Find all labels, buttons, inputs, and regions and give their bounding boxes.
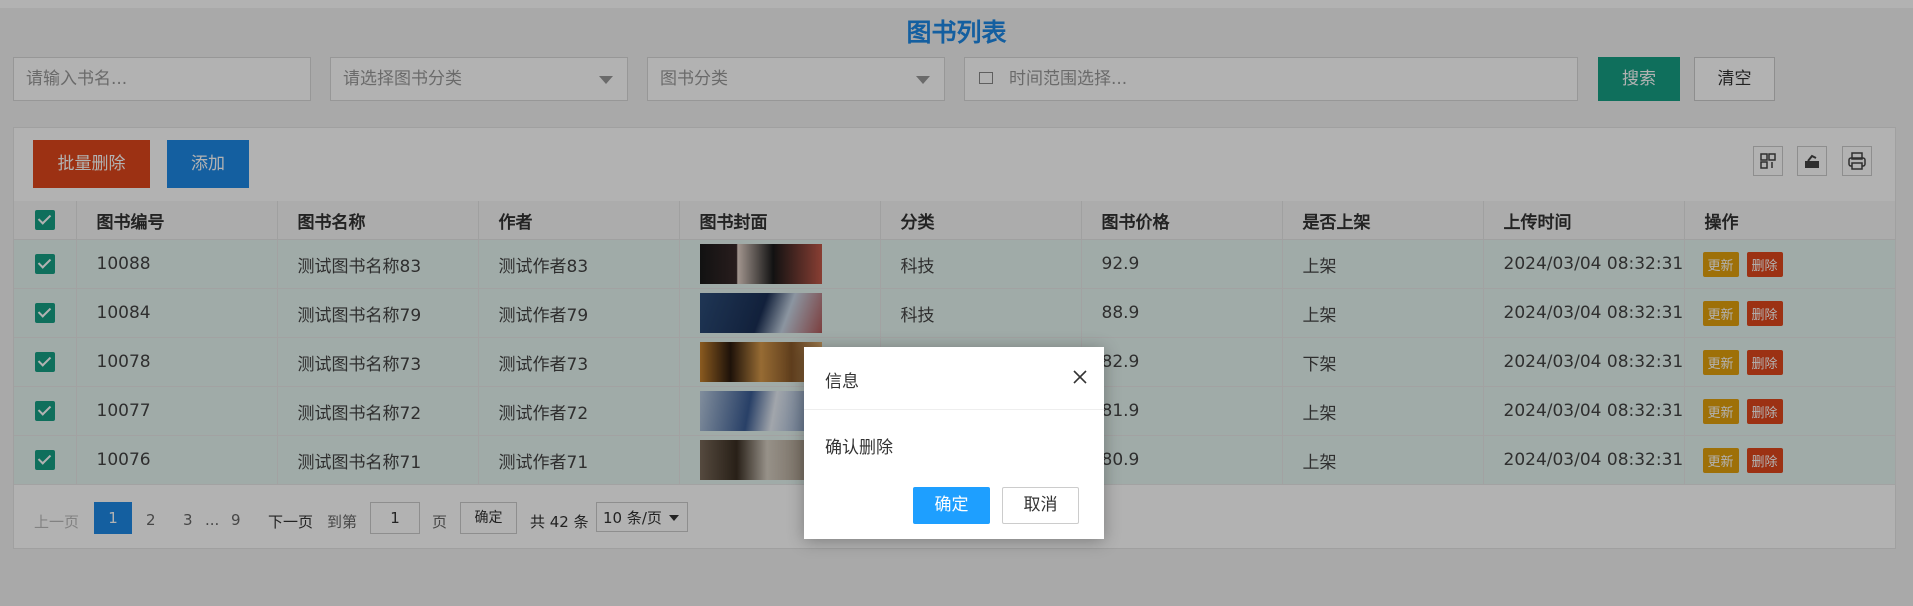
dialog-cancel-button[interactable]: 取消 <box>1002 487 1079 524</box>
confirm-dialog: 信息 确认删除 确定 取消 <box>804 347 1104 539</box>
dialog-ok-button[interactable]: 确定 <box>913 487 990 524</box>
close-icon[interactable] <box>1070 367 1090 392</box>
dialog-title: 信息 <box>825 372 859 392</box>
dialog-message: 确认删除 <box>825 438 893 458</box>
dialog-header: 信息 <box>804 347 1104 410</box>
